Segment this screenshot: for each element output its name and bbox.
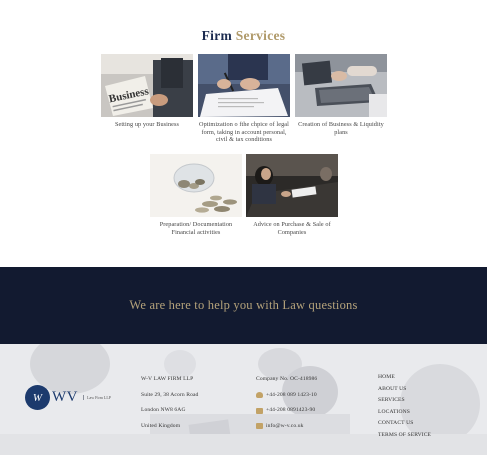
services-heading: Firm Services xyxy=(0,28,487,44)
business-newspaper-photo: Business xyxy=(101,54,193,117)
cta-banner: We are here to help you with Law questio… xyxy=(0,267,487,344)
footer-link-about[interactable]: ABOUT US xyxy=(378,384,431,396)
phone-row-2[interactable]: +44-208 0891423-90 xyxy=(256,405,317,417)
service-card-setup[interactable]: Business Setting up your Business xyxy=(101,54,193,129)
firm-logo[interactable]: W WV Law Firm LLP xyxy=(25,385,111,410)
service-caption: Optimization o fthe chpice of legal form… xyxy=(199,121,289,144)
footer-link-home[interactable]: HOME xyxy=(378,372,431,384)
phone-row-1[interactable]: +44-208 089 1423-10 xyxy=(256,390,317,402)
phone-number: +44-208 089 1423-10 xyxy=(266,391,317,398)
signing-document-photo xyxy=(198,54,290,117)
company-number: Company No. OC-418986 xyxy=(256,376,318,382)
business-meeting-photo xyxy=(246,154,338,217)
email-icon xyxy=(256,423,263,430)
service-caption: Setting up your Business xyxy=(114,121,180,128)
service-card-legal-form[interactable]: Optimization o fthe chpice of legal form… xyxy=(198,54,290,144)
fax-icon xyxy=(256,407,263,414)
phone-icon xyxy=(256,392,263,399)
footer-contact: Company No. OC-418986 +44-208 089 1423-1… xyxy=(256,374,317,432)
heading-word-services: Services xyxy=(235,28,286,43)
banner-text: We are here to help you with Law questio… xyxy=(129,298,358,312)
logo-subtitle: Law Firm LLP xyxy=(83,395,111,400)
email-row[interactable]: info@w-v.co.uk xyxy=(256,421,317,433)
address-line: W-V LAW FIRM LLP xyxy=(141,376,194,382)
logo-name: WV xyxy=(52,389,78,405)
footer-link-locations[interactable]: LOCATIONS xyxy=(378,407,431,419)
footer-link-services[interactable]: SERVICES xyxy=(378,395,431,407)
email-address: info@w-v.co.uk xyxy=(266,422,304,429)
address-line: Suite 29, 38 Acorn Road xyxy=(141,391,199,398)
footer-link-contact[interactable]: CONTACT US xyxy=(378,418,431,430)
footer-address: W-V LAW FIRM LLP Suite 29, 38 Acorn Road… xyxy=(141,374,198,432)
logo-mark: W xyxy=(25,385,50,410)
coin-jar-photo xyxy=(150,154,242,217)
footer: W WV Law Firm LLP W-V LAW FIRM LLP Suite… xyxy=(0,344,487,455)
service-card-purchase-sale[interactable]: Advice on Purchase & Sale of Companies xyxy=(246,154,338,236)
address-line: United Kingdom xyxy=(141,422,181,429)
service-card-financial-docs[interactable]: Preparation/ Documentation Financial act… xyxy=(150,154,242,236)
service-caption: Advice on Purchase & Sale of Companies xyxy=(253,221,331,236)
heading-word-firm: Firm xyxy=(201,28,233,43)
service-card-business-plans[interactable]: Creation of Business & Liquidity plans xyxy=(295,54,387,136)
service-caption: Creation of Business & Liquidity plans xyxy=(298,121,384,136)
address-line: London NW8 6AG xyxy=(141,407,186,413)
phone-number: +44-208 0891423-90 xyxy=(266,407,316,413)
laptop-meeting-photo xyxy=(295,54,387,117)
service-caption: Preparation/ Documentation Financial act… xyxy=(159,221,233,236)
footer-link-terms[interactable]: TERMS OF SERVICE xyxy=(378,430,431,442)
footer-links: HOME ABOUT US SERVICES LOCATIONS CONTACT… xyxy=(378,372,431,441)
